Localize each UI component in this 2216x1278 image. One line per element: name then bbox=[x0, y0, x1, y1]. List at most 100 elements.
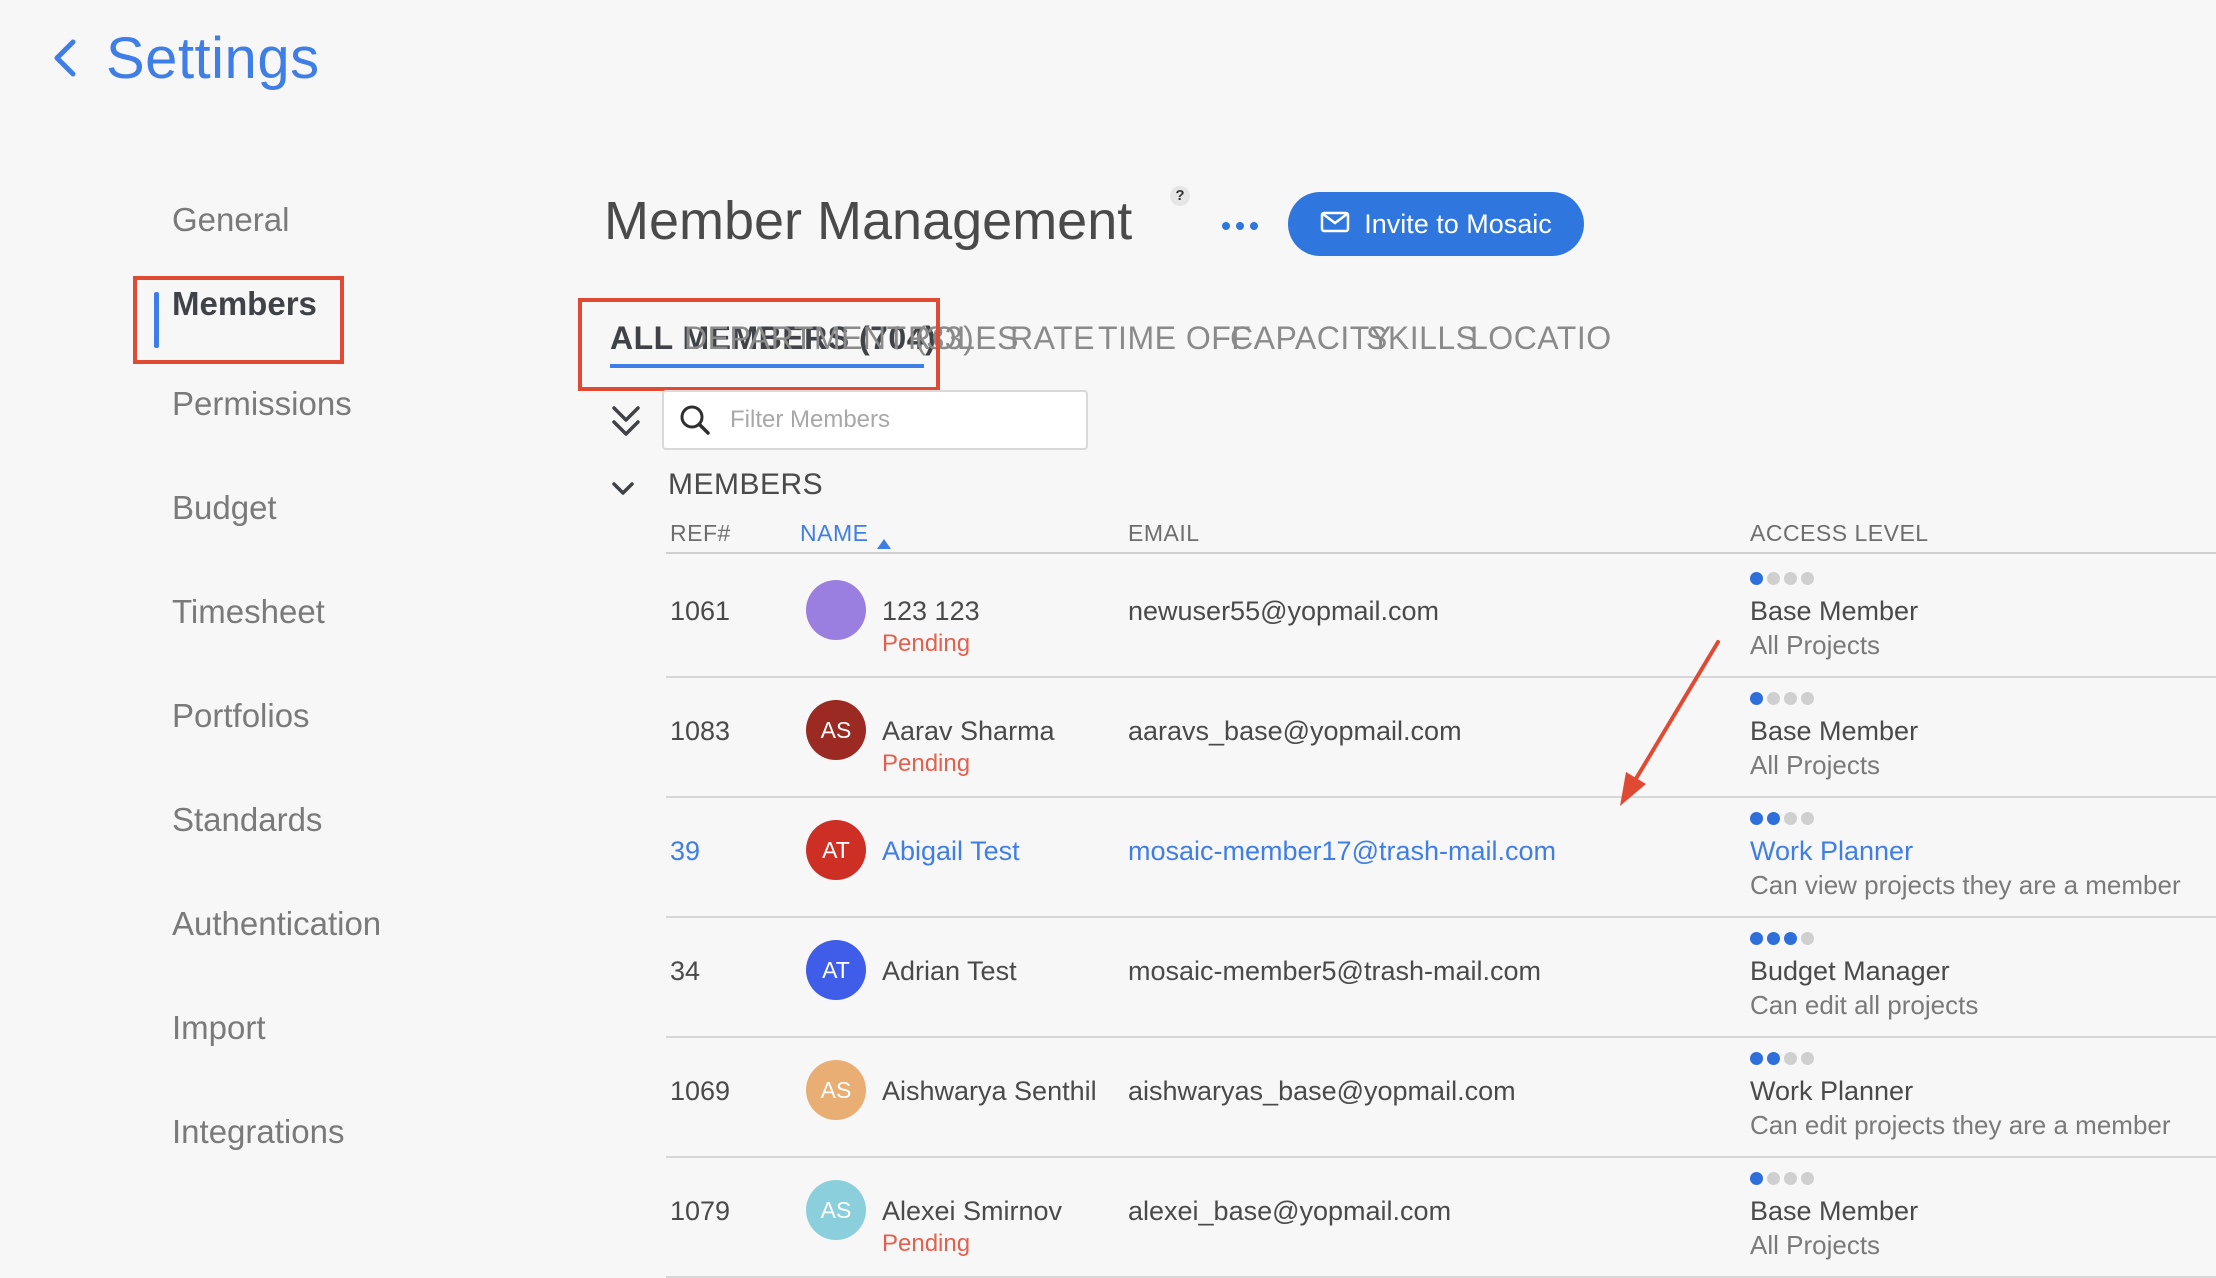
cell-access-level[interactable]: Base Member bbox=[1750, 596, 1918, 627]
cell-access-scope: All Projects bbox=[1750, 630, 1881, 660]
column-header-ref[interactable]: REF# bbox=[670, 520, 731, 547]
access-dot bbox=[1801, 812, 1814, 825]
access-level-dots bbox=[1750, 1052, 1814, 1068]
sidebar-item-authentication[interactable]: Authentication bbox=[172, 900, 381, 948]
collapse-all-icon[interactable] bbox=[610, 404, 650, 444]
column-header-name[interactable]: NAME bbox=[800, 520, 892, 549]
help-icon[interactable]: ? bbox=[1170, 186, 1190, 206]
avatar[interactable]: AT bbox=[806, 940, 866, 1000]
cell-email: newuser55@yopmail.com bbox=[1128, 596, 1440, 626]
chevron-left-icon[interactable] bbox=[44, 34, 84, 82]
access-dot bbox=[1784, 572, 1797, 585]
access-dot bbox=[1750, 812, 1763, 825]
more-horizontal-icon[interactable] bbox=[1216, 214, 1264, 238]
cell-access-scope: All Projects bbox=[1750, 1230, 1881, 1260]
cell-email: aishwaryas_base@yopmail.com bbox=[1128, 1076, 1516, 1106]
sidebar-item-general[interactable]: General bbox=[172, 196, 289, 244]
cell-access-scope: Can edit projects they are a member bbox=[1750, 1110, 2171, 1140]
cell-name[interactable]: Aishwarya Senthil bbox=[882, 1076, 1097, 1107]
access-dot bbox=[1767, 692, 1780, 705]
main-content: Member Management ? Invite to Mosaic ALL… bbox=[578, 180, 2216, 1278]
cell-email: alexei_base@yopmail.com bbox=[1128, 1196, 1452, 1226]
annotation-box-members bbox=[133, 276, 344, 364]
cell-access-level[interactable]: Budget Manager bbox=[1750, 956, 1950, 987]
filter-members-box[interactable] bbox=[662, 390, 1088, 450]
member-tabs: ALL MEMBERS (704) DEPARTMENT (33) ROLES … bbox=[578, 298, 2216, 391]
sidebar-item-portfolios[interactable]: Portfolios bbox=[172, 692, 310, 740]
avatar[interactable]: AS bbox=[806, 700, 866, 760]
avatar[interactable]: AS bbox=[806, 1180, 866, 1240]
access-dot bbox=[1750, 932, 1763, 945]
cell-access-level[interactable]: Work Planner bbox=[1750, 836, 1913, 867]
cell-email: mosaic-member5@trash-mail.com bbox=[1128, 956, 1541, 986]
access-dot bbox=[1750, 1172, 1763, 1185]
sort-ascending-icon bbox=[876, 529, 892, 549]
access-dot bbox=[1750, 692, 1763, 705]
cell-access-level[interactable]: Work Planner bbox=[1750, 1076, 1913, 1107]
status-pending: Pending bbox=[882, 750, 971, 777]
table-row[interactable]: 39 AT Abigail Test mosaic-member17@trash-ma… bbox=[666, 798, 2216, 918]
tab-time-off[interactable]: TIME OFF bbox=[1098, 320, 1251, 357]
cell-ref: 1069 bbox=[670, 1076, 731, 1106]
sidebar-item-budget[interactable]: Budget bbox=[172, 484, 277, 532]
cell-ref: 39 bbox=[670, 836, 701, 866]
access-level-dots bbox=[1750, 932, 1814, 948]
table-row[interactable]: 1083 AS Aarav Sharma Pending aaravs_base@yop… bbox=[666, 678, 2216, 798]
avatar[interactable] bbox=[806, 580, 866, 640]
avatar[interactable]: AS bbox=[806, 1060, 866, 1120]
column-header-access-level[interactable]: ACCESS LEVEL bbox=[1750, 520, 1929, 547]
access-dot bbox=[1767, 1172, 1780, 1185]
cell-email: aaravs_base@yopmail.com bbox=[1128, 716, 1462, 746]
settings-header: Settings bbox=[44, 18, 320, 98]
access-level-dots bbox=[1750, 812, 1814, 828]
access-dot bbox=[1784, 1172, 1797, 1185]
cell-access-level[interactable]: Base Member bbox=[1750, 716, 1918, 747]
avatar[interactable]: AT bbox=[806, 820, 866, 880]
access-dot bbox=[1784, 1052, 1797, 1065]
tab-location[interactable]: LOCATIO bbox=[1470, 320, 1612, 357]
cell-access-level[interactable]: Base Member bbox=[1750, 1196, 1918, 1227]
sidebar-item-import[interactable]: Import bbox=[172, 1004, 266, 1052]
sidebar-item-integrations[interactable]: Integrations bbox=[172, 1108, 344, 1156]
tab-rate[interactable]: RATE bbox=[1010, 320, 1095, 357]
tab-skills[interactable]: SKILLS bbox=[1366, 320, 1478, 357]
header-divider bbox=[666, 552, 2216, 554]
cell-name[interactable]: 123 123 bbox=[882, 596, 980, 627]
column-header-email[interactable]: EMAIL bbox=[1128, 520, 1200, 547]
table-row[interactable]: 1069 AS Aishwarya Senthil aishwaryas_base@y… bbox=[666, 1038, 2216, 1158]
chevron-down-icon[interactable] bbox=[608, 474, 644, 510]
search-icon bbox=[678, 403, 712, 437]
cell-name[interactable]: Adrian Test bbox=[882, 956, 1017, 987]
table-row[interactable]: 1079 AS Alexei Smirnov Pending alexei_base@y… bbox=[666, 1158, 2216, 1278]
access-level-dots bbox=[1750, 572, 1814, 588]
sidebar-item-standards[interactable]: Standards bbox=[172, 796, 322, 844]
access-dot bbox=[1767, 812, 1780, 825]
access-dot bbox=[1750, 572, 1763, 585]
cell-name[interactable]: Abigail Test bbox=[882, 836, 1020, 867]
mail-icon bbox=[1320, 209, 1350, 240]
page-title: Member Management bbox=[604, 191, 1133, 251]
access-dot bbox=[1784, 932, 1797, 945]
table-row[interactable]: 1061 123 123 Pending newuser55@yopmail.com B… bbox=[666, 558, 2216, 678]
access-dot bbox=[1750, 1052, 1763, 1065]
cell-access-scope: All Projects bbox=[1750, 750, 1881, 780]
access-dot bbox=[1801, 1172, 1814, 1185]
cell-ref: 34 bbox=[670, 956, 701, 986]
filter-members-input[interactable] bbox=[728, 405, 1072, 435]
cell-name[interactable]: Alexei Smirnov bbox=[882, 1196, 1062, 1227]
table-row[interactable]: 34 AT Adrian Test mosaic-member5@trash-mail… bbox=[666, 918, 2216, 1038]
column-header-name-label: NAME bbox=[800, 520, 869, 546]
members-group-label: MEMBERS bbox=[668, 468, 824, 501]
sidebar-item-permissions[interactable]: Permissions bbox=[172, 380, 352, 428]
access-dot bbox=[1801, 692, 1814, 705]
cell-access-scope: Can edit all projects bbox=[1750, 990, 1979, 1020]
access-level-dots bbox=[1750, 692, 1814, 708]
status-pending: Pending bbox=[882, 1230, 971, 1257]
access-dot bbox=[1801, 572, 1814, 585]
invite-to-mosaic-button[interactable]: Invite to Mosaic bbox=[1288, 192, 1584, 256]
cell-name[interactable]: Aarav Sharma bbox=[882, 716, 1055, 747]
cell-email: mosaic-member17@trash-mail.com bbox=[1128, 836, 1557, 866]
sidebar-item-timesheet[interactable]: Timesheet bbox=[172, 588, 325, 636]
cell-ref: 1061 bbox=[670, 596, 731, 626]
annotation-box-all-members-tab bbox=[578, 298, 940, 391]
